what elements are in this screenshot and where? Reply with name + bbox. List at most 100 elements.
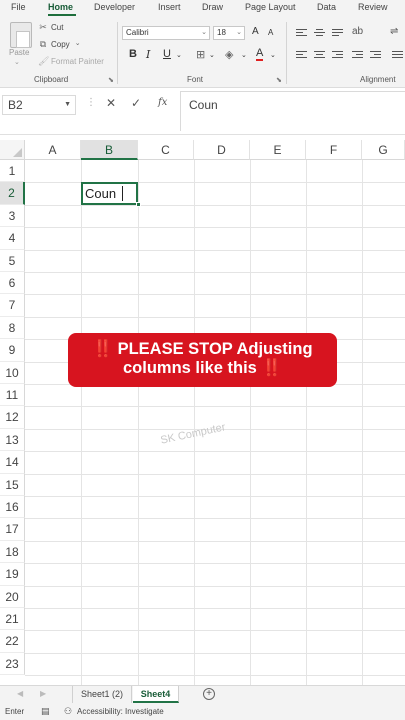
cut-button[interactable]: ✂ Cut (38, 22, 63, 32)
row-header-14[interactable]: 14 (0, 451, 25, 474)
font-color-icon[interactable]: A (256, 48, 264, 61)
align-middle-icon[interactable] (314, 29, 325, 38)
sheet-tab-sheet1-2[interactable]: Sheet1 (2) (72, 686, 132, 703)
decrease-indent-icon[interactable] (352, 51, 363, 60)
scissors-icon: ✂ (39, 22, 47, 32)
chevron-down-icon[interactable]: ⌄ (14, 58, 20, 66)
row-header-4[interactable]: 4 (0, 227, 25, 250)
font-size-select[interactable]: 18 ⌄ (213, 26, 245, 40)
align-bottom-icon[interactable] (332, 29, 343, 38)
next-sheet-icon[interactable]: ▶ (40, 689, 46, 698)
row-header-22[interactable]: 22 (0, 630, 25, 653)
row-header-18[interactable]: 18 (0, 540, 25, 564)
banner-text-2: columns like this (122, 359, 257, 377)
row-header-19[interactable]: 19 (0, 563, 25, 586)
row-header-21[interactable]: 21 (0, 608, 25, 631)
insert-function-icon[interactable]: fx (158, 97, 167, 108)
chevron-down-icon[interactable]: ⌄ (270, 51, 276, 59)
dialog-launcher-icon[interactable]: ⬊ (108, 76, 114, 84)
tab-data[interactable]: Data (317, 0, 336, 14)
chevron-down-icon: ⌄ (236, 29, 242, 36)
name-box[interactable]: B2 ▼ (2, 95, 76, 115)
bold-button[interactable]: B (129, 48, 137, 60)
font-name-select[interactable]: Calibri ⌄ (122, 26, 210, 40)
column-header-a[interactable]: A (25, 140, 81, 160)
formula-input[interactable]: Coun (180, 91, 405, 131)
underline-button[interactable]: U (163, 48, 171, 60)
enter-check-icon[interactable]: ✓ (131, 96, 141, 110)
merge-center-icon[interactable] (392, 51, 403, 60)
ribbon: Paste ⌄ ✂ Cut ⧉ Copy ⌄ 🖌 Format Painter … (0, 16, 405, 88)
cut-label: Cut (51, 22, 64, 32)
row-header-1[interactable]: 1 (0, 160, 25, 183)
chevron-down-icon[interactable]: ⌄ (176, 51, 182, 59)
tab-draw[interactable]: Draw (202, 0, 223, 14)
align-top-icon[interactable] (296, 29, 307, 38)
row-header-12[interactable]: 12 (0, 406, 25, 429)
tab-developer[interactable]: Developer (94, 0, 135, 14)
row-header-15[interactable]: 15 (0, 473, 25, 496)
align-right-icon[interactable] (332, 51, 343, 60)
formula-bar: B2 ▼ ⋮ ✕ ✓ fx Coun (0, 89, 405, 135)
accessibility-icon[interactable]: ⚇ (64, 706, 72, 717)
row-header-10[interactable]: 10 (0, 361, 25, 384)
italic-button[interactable]: I (146, 48, 150, 61)
font-group-label: Font (187, 75, 204, 84)
active-cell-b2[interactable]: Coun (81, 182, 138, 205)
copy-icon: ⧉ (39, 39, 47, 49)
more-options-icon: ⋮ (86, 97, 96, 108)
font-size-value: 18 (217, 28, 226, 37)
accessibility-status[interactable]: Accessibility: Investigate (77, 707, 164, 716)
chevron-down-icon[interactable]: ⌄ (209, 51, 215, 59)
previous-sheet-icon[interactable]: ◀ (17, 689, 23, 698)
ribbon-tab-bar: File Home Developer Insert Draw Page Lay… (0, 0, 405, 16)
orientation-icon[interactable]: ab (352, 26, 363, 37)
row-header-11[interactable]: 11 (0, 384, 25, 407)
row-header-16[interactable]: 16 (0, 496, 25, 519)
column-header-d[interactable]: D (194, 140, 250, 160)
tab-home[interactable]: Home (48, 0, 73, 14)
align-left-icon[interactable] (296, 51, 307, 60)
tab-review[interactable]: Review (358, 0, 388, 14)
row-header-23[interactable]: 23 (0, 652, 25, 676)
row-header-20[interactable]: 20 (0, 585, 25, 608)
dialog-launcher-icon[interactable]: ⬊ (276, 76, 282, 84)
decrease-font-size-icon[interactable]: A (268, 28, 273, 37)
add-sheet-button[interactable]: + (203, 688, 215, 700)
row-header-6[interactable]: 6 (0, 272, 25, 295)
column-header-f[interactable]: F (306, 140, 362, 160)
tab-file[interactable]: File (11, 0, 26, 14)
row-header-7[interactable]: 7 (0, 294, 25, 317)
column-header-e[interactable]: E (250, 140, 306, 160)
format-painter-button[interactable]: 🖌 Format Painter (38, 56, 104, 66)
copy-button[interactable]: ⧉ Copy ⌄ (38, 39, 83, 49)
row-header-17[interactable]: 17 (0, 518, 25, 541)
column-header-c[interactable]: C (138, 140, 194, 160)
text-cursor (122, 186, 123, 201)
column-header-b[interactable]: B (81, 140, 138, 160)
increase-font-size-icon[interactable]: A (252, 26, 259, 37)
wrap-text-icon[interactable]: ⇌ (390, 26, 398, 37)
row-header-8[interactable]: 8 (0, 316, 25, 340)
chevron-down-icon[interactable]: ⌄ (241, 51, 247, 59)
row-header-9[interactable]: 9 (0, 339, 25, 362)
borders-icon[interactable]: ⊞ (196, 48, 205, 61)
row-header-5[interactable]: 5 (0, 249, 25, 272)
row-header-13[interactable]: 13 (0, 428, 25, 452)
cancel-icon[interactable]: ✕ (106, 96, 116, 110)
paste-button-label[interactable]: Paste (9, 48, 29, 57)
align-center-icon[interactable] (314, 51, 325, 60)
row-header-2[interactable]: 2 (0, 182, 25, 205)
fill-handle[interactable] (136, 202, 141, 207)
tab-insert[interactable]: Insert (158, 0, 181, 14)
select-all-corner[interactable] (0, 140, 25, 160)
increase-indent-icon[interactable] (370, 51, 381, 60)
warning-banner: ‼️ PLEASE STOP Adjusting columns like th… (68, 333, 337, 387)
fill-color-icon[interactable]: ◈ (225, 48, 233, 61)
row-header-3[interactable]: 3 (0, 204, 25, 228)
paste-icon[interactable] (10, 22, 32, 48)
chevron-down-icon: ▼ (64, 101, 71, 108)
sheet-tab-sheet4[interactable]: Sheet4 (133, 686, 179, 703)
column-header-g[interactable]: G (362, 140, 405, 160)
tab-page-layout[interactable]: Page Layout (245, 0, 296, 14)
